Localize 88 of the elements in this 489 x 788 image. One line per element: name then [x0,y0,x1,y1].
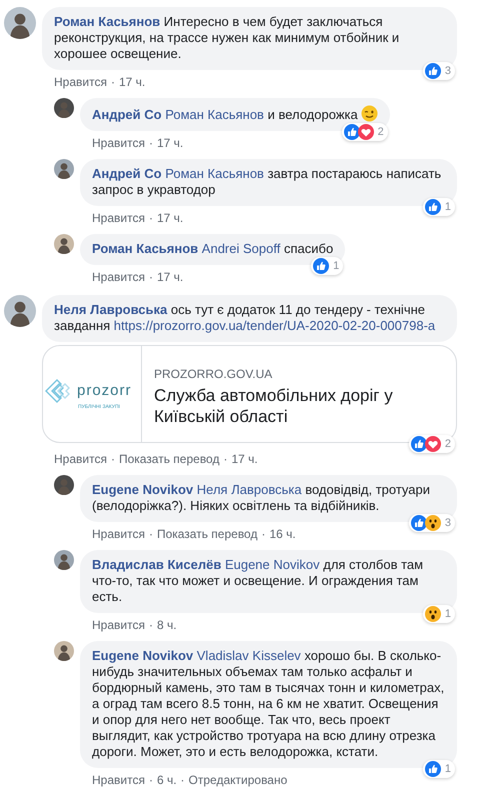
reaction-count: 3 [444,64,451,79]
like-icon [424,761,441,777]
logo-text: prozorr [77,382,132,398]
separator: · [148,211,154,225]
reaction-count: 1 [444,607,451,622]
like-icon [424,199,441,215]
reaction-count: 1 [444,762,451,777]
mention-link[interactable]: Роман Касьянов [165,166,264,181]
separator: · [222,452,228,466]
timestamp: 16 ч. [269,527,296,541]
author-link[interactable]: Роман Касьянов [92,241,198,256]
separator: · [110,75,116,89]
like-icon [410,515,427,531]
url-link[interactable]: https://prozorro.gov.ua/tender/UA-2020-02-20-000798-a [114,318,436,333]
comment-text: Андрей Со Роман Касьянов завтра постараюсь написать запрос в укравтодор [92,166,442,197]
separator: · [148,618,154,632]
avatar-icon [54,475,74,495]
action-link[interactable]: Нравится [92,211,145,225]
action-link[interactable]: Нравится [92,270,145,284]
action-link[interactable]: Нравится [92,618,145,632]
reaction-counter[interactable]: 1 [422,605,455,623]
timestamp: 17 ч. [156,211,184,225]
action-link[interactable]: Нравится [54,452,107,466]
timestamp: 17 ч. [156,270,184,284]
separator: · [148,527,154,541]
preview-domain: PROZORRO.GOV.UA [154,366,274,382]
author-link[interactable]: Eugene Novikov [92,482,194,497]
action-link[interactable]: Нравится [92,136,145,150]
avatar-icon [54,550,74,570]
timestamp: 8 ч. [156,618,177,632]
timestamp: 17 ч. [231,452,258,466]
separator: · [148,773,154,787]
reaction-counter[interactable]: 2 [408,435,455,453]
reaction-counter[interactable]: 3 [408,514,455,532]
comment-text: Eugene Novikov Неля Лавровська водовідвід, тротуари (велодоріжка?). Ніяких освітлень та відбійників. [92,482,430,513]
avatar-icon [54,234,74,254]
preview-title: Служба автомобільних доріг у Київській області [154,385,394,427]
like-icon [344,124,360,140]
like-icon [424,63,441,79]
timestamp: 17 ч. [118,75,146,89]
author-link[interactable]: Андрей Со [92,107,162,122]
avatar-icon [4,295,36,327]
reaction-counter[interactable]: 2 [342,123,388,141]
separator: · [260,527,266,541]
timestamp: 17 ч. [156,136,184,150]
reaction-counter[interactable]: 1 [422,198,455,216]
author-link[interactable]: Eugene Novikov [92,648,194,663]
surprised-face-icon [424,515,441,531]
mention-link[interactable]: Vladislav Kisselev [196,648,301,663]
mention-link[interactable]: Andrei Sopoff [202,241,280,256]
separator: · [148,136,154,150]
comment-text: Владислав Киселёв Eugene Novikov для столбов там что-то, так что может и освещение. И ограждения там есть. [92,557,424,604]
action-link[interactable]: Нравится [54,75,107,89]
comment-text: Неля Лавровська ось тут є додаток 11 до тендеру - технічне завдання https://prozorro.gov.ua/tender/UA-2020-02-20-000798-a [54,302,436,333]
reaction-counter[interactable]: 1 [311,257,344,275]
reaction-counter[interactable]: 3 [422,62,455,80]
reaction-counter[interactable]: 1 [422,760,455,778]
author-link[interactable]: Владислав Киселёв [92,557,222,572]
comment-text: Андрей Со Роман Касьянов и велодорожка [92,107,378,122]
comment-text: Роман Касьянов Andrei Sopoff спасибо [92,241,334,256]
action-link[interactable]: Отредактировано [188,773,288,787]
avatar-icon [4,7,36,39]
reaction-count: 2 [378,125,384,140]
mention-link[interactable]: Eugene Novikov [224,557,320,572]
author-link[interactable]: Роман Касьянов [54,14,160,29]
action-link[interactable]: Нравится [92,773,145,787]
surprised-face-icon [424,606,441,622]
mention-link[interactable]: Неля Лавровська [196,482,302,497]
avatar-icon [54,98,74,118]
separator: · [110,452,116,466]
reaction-count: 1 [333,259,340,274]
comment-text: Eugene Novikov Vladislav Kisselev хорошо бы. В сколько-нибудь значительных объемах там только асфальт и бордюрный камень, это там в тысячах тонн и километрах, а оград там всего 8.5 тонн, на 6 км не хватит. Освещения и опор для него нет вообще. Так что, весь проект выглядит, как устройство тротуара на всю длину отрезка дороги. Может, это и есть велодорожка, кстати. [92,648,444,759]
avatar-icon [54,641,74,661]
avatar-icon [54,159,74,179]
author-link[interactable]: Андрей Со [92,166,162,181]
action-link[interactable]: Нравится [92,527,145,541]
timestamp: 6 ч. [156,773,177,787]
like-icon [410,436,427,452]
separator: · [180,773,186,787]
author-link[interactable]: Неля Лавровська [54,302,168,317]
like-icon [313,258,330,274]
reaction-count: 3 [444,516,451,531]
mention-link[interactable]: Роман Касьянов [165,107,264,122]
comment-text: Роман Касьянов Интересно в чем будет заключаться реконструкция, на трассе нужен как минимум отбойник и хорошее освещение. [54,14,400,61]
reaction-count: 1 [444,200,451,215]
separator: · [148,270,154,284]
action-link[interactable]: Показать перевод [156,527,258,541]
action-link[interactable]: Показать перевод [118,452,220,466]
